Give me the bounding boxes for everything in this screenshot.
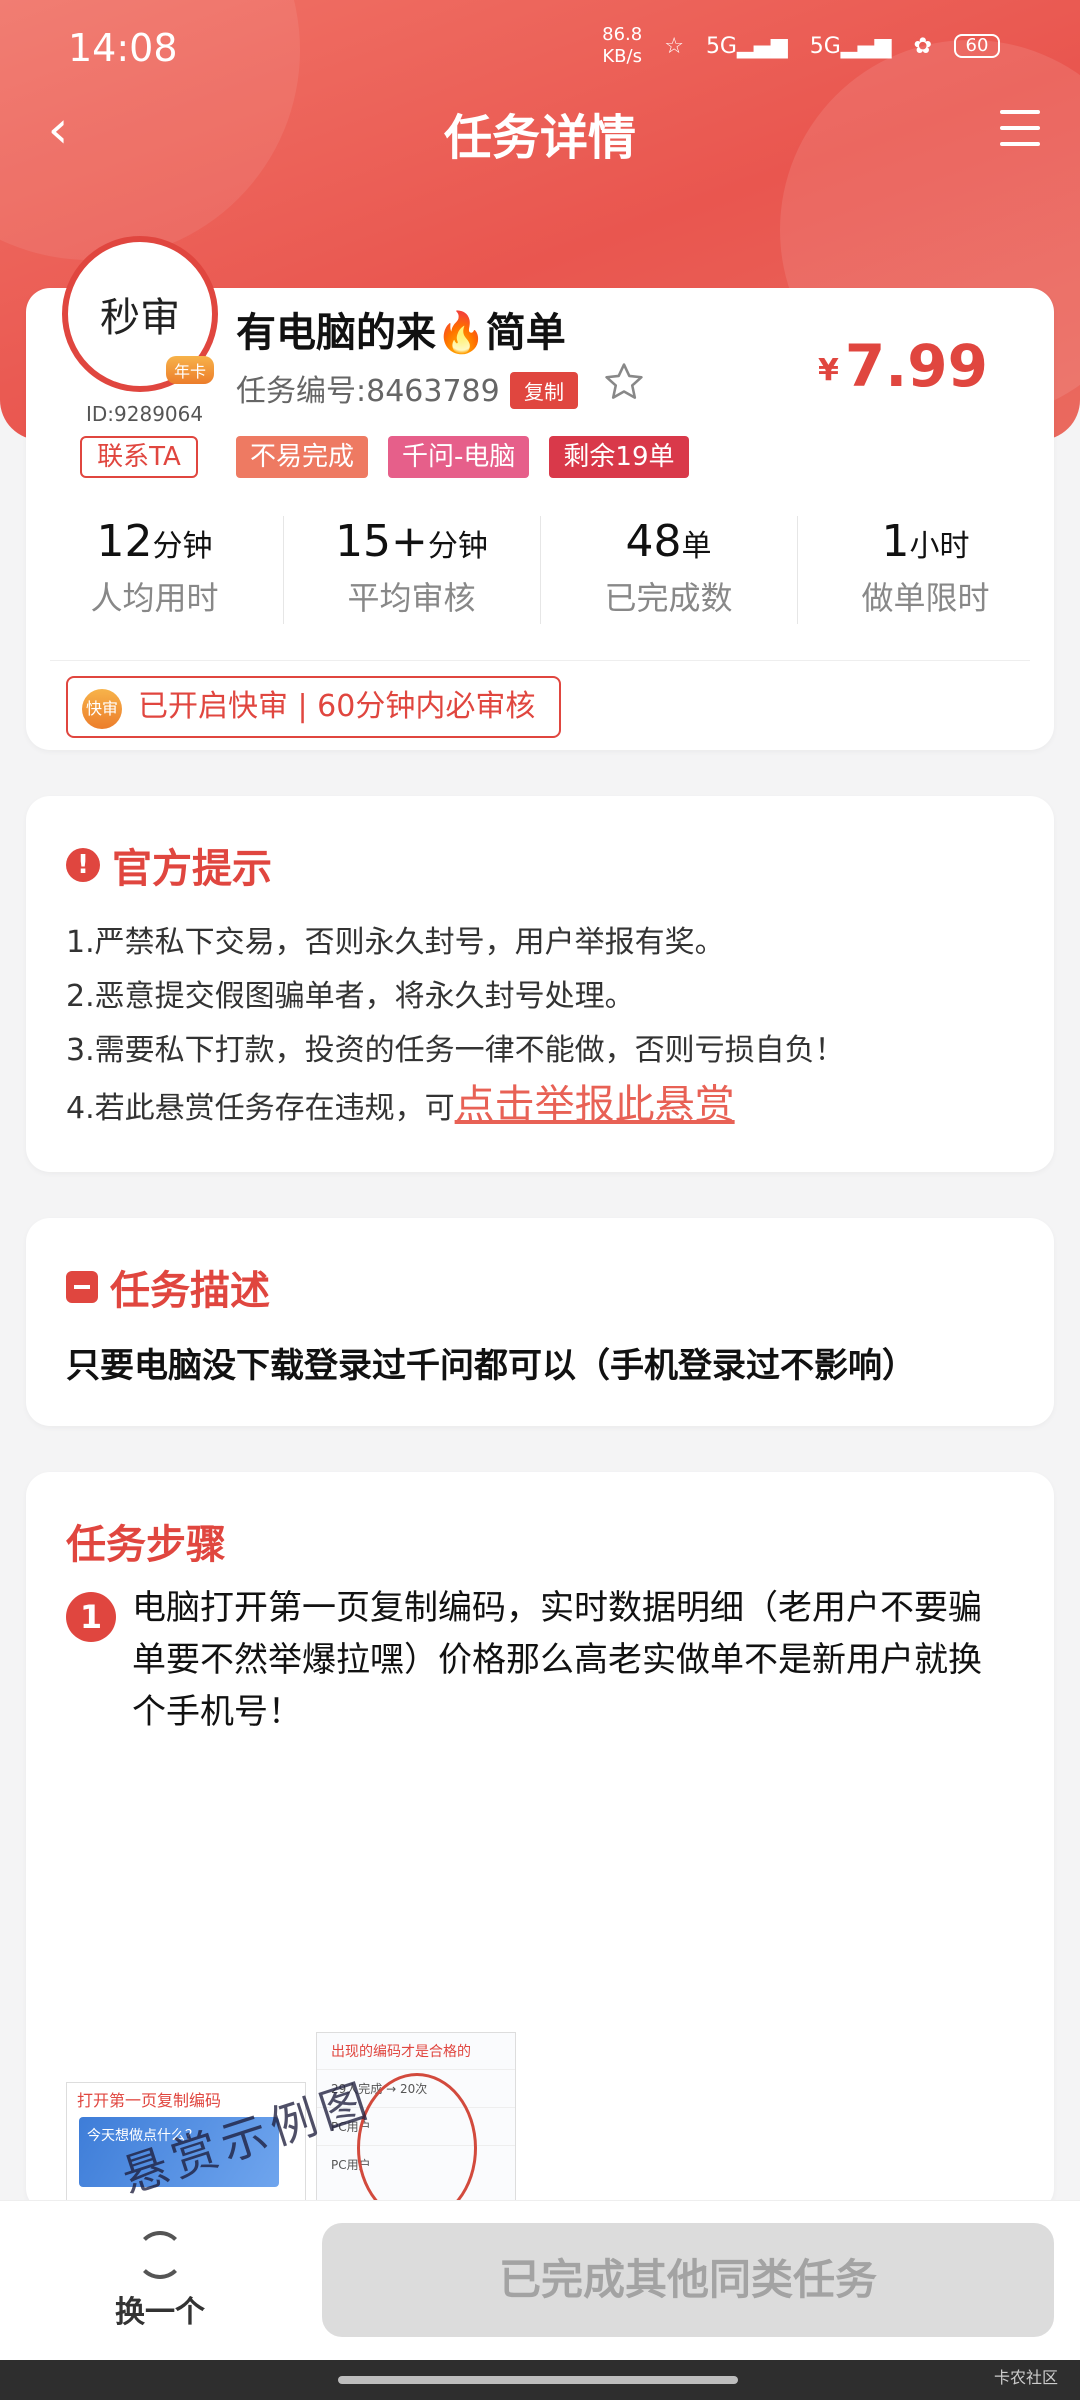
tag-platform: 千问-电脑 xyxy=(388,436,530,478)
status-time: 14:08 xyxy=(68,26,178,70)
stat-unit: 单 xyxy=(681,529,712,564)
task-description-card: 任务描述 只要电脑没下载登录过千问都可以（手机登录过不影响） xyxy=(26,1218,1054,1426)
description-header: 任务描述 xyxy=(66,1258,270,1316)
step-example-image[interactable]: 打开第一页复制编码 今天想做点什么？ 出现的编码才是合格的 29人完成 → 20… xyxy=(66,2032,516,2212)
tag-remaining: 剩余19单 xyxy=(549,436,689,478)
star-status-icon: ☆ xyxy=(664,33,684,59)
watermark-text: 卡农社区 xyxy=(993,2368,1058,2387)
stat-value: 15+ xyxy=(335,516,428,567)
copy-button[interactable]: 复制 xyxy=(510,372,578,409)
warning-icon: ! xyxy=(66,848,100,882)
step-number: 1 xyxy=(66,1592,116,1642)
completed-similar-task-button[interactable]: 已完成其他同类任务 xyxy=(322,2223,1054,2337)
task-stats: 12分钟 人均用时 15+分钟 平均审核 48单 已完成数 1小时 做单限时 xyxy=(26,516,1054,626)
stat-unit: 分钟 xyxy=(152,529,213,564)
refresh-icon xyxy=(136,2231,184,2279)
task-number: 任务编号:8463789 xyxy=(236,374,500,409)
example-right-header: 出现的编码才是合格的 xyxy=(331,2044,471,2060)
task-tags: 不易完成 千问-电脑 剩余19单 xyxy=(236,436,689,478)
signal-icon: 5G▂▄▆ xyxy=(809,33,892,59)
notice-item: 1.严禁私下交易，否则永久封号，用户举报有奖。 xyxy=(66,925,725,960)
stat-label: 做单限时 xyxy=(861,579,990,617)
step-text: 电脑打开第一页复制编码，实时数据明细（老用户不要骗单要不然举爆拉嘿）价格那么高老… xyxy=(132,1588,982,1732)
description-title: 任务描述 xyxy=(110,1268,270,1314)
bottom-action-bar: 换一个 已完成其他同类任务 xyxy=(0,2200,1080,2360)
stat-value: 1 xyxy=(881,516,910,567)
swap-button[interactable]: 换一个 xyxy=(100,2231,220,2331)
divider xyxy=(50,660,1030,661)
menu-icon[interactable] xyxy=(1000,110,1044,150)
stat-completed: 48单 已完成数 xyxy=(540,516,797,626)
task-card: 秒审 年卡 ID:9289064 联系TA 有电脑的来🔥简单 任务编号:8463… xyxy=(26,236,1054,750)
notice-title: 官方提示 xyxy=(112,846,272,892)
page-title: 任务详情 xyxy=(443,110,636,166)
steps-title: 任务步骤 xyxy=(66,1522,226,1568)
signal-label: 5G xyxy=(705,33,737,59)
notice-item-text: 4.若此悬赏任务存在违规，可 xyxy=(66,1091,455,1126)
favorite-star-icon[interactable] xyxy=(602,360,646,404)
notice-item: 3.需要私下打款，投资的任务一律不能做，否则亏损自负！ xyxy=(66,1033,845,1068)
stat-label: 已完成数 xyxy=(604,579,733,617)
description-icon xyxy=(66,1271,98,1303)
signal-label: 5G xyxy=(809,33,841,59)
currency-symbol: ¥ xyxy=(818,353,839,388)
fast-review-icon: 快审 xyxy=(82,689,122,729)
tag-difficulty: 不易完成 xyxy=(236,436,369,478)
notice-list: 1.严禁私下交易，否则永久封号，用户举报有奖。 2.恶意提交假图骗单者，将永久封… xyxy=(66,916,1014,1132)
status-icons: 86.8 KB/s ☆ 5G▂▄▆ 5G▂▄▆ ✿ 60 xyxy=(602,24,1000,68)
notice-item: 2.恶意提交假图骗单者，将永久封号处理。 xyxy=(66,979,635,1014)
official-notice-card: ! 官方提示 1.严禁私下交易，否则永久封号，用户举报有奖。 2.恶意提交假图骗… xyxy=(26,796,1054,1172)
stat-label: 平均审核 xyxy=(347,579,476,617)
stat-unit: 小时 xyxy=(909,529,970,564)
swap-label: 换一个 xyxy=(115,2295,205,2330)
report-link[interactable]: 点击举报此悬赏 xyxy=(455,1082,735,1128)
status-bar: 14:08 86.8 KB/s ☆ 5G▂▄▆ 5G▂▄▆ ✿ 60 xyxy=(0,0,1080,100)
fast-review-text: 已开启快审 | 60分钟内必审核 xyxy=(138,689,536,724)
price-value: 7.99 xyxy=(844,332,988,400)
fast-review-badge: 快审 已开启快审 | 60分钟内必审核 xyxy=(66,676,562,738)
network-speed-value: 86.8 xyxy=(602,24,643,45)
stat-label: 人均用时 xyxy=(90,579,219,617)
description-text: 只要电脑没下载登录过千问都可以（手机登录过不影响） xyxy=(66,1346,916,1386)
task-title: 有电脑的来🔥简单 xyxy=(236,310,566,356)
stat-value: 48 xyxy=(625,516,682,567)
stat-value: 12 xyxy=(96,516,153,567)
stat-avg-time: 12分钟 人均用时 xyxy=(26,516,283,626)
stat-avg-review: 15+分钟 平均审核 xyxy=(283,516,540,626)
notice-header: ! 官方提示 xyxy=(66,836,272,894)
highlight-circle xyxy=(357,2073,477,2212)
home-indicator[interactable] xyxy=(338,2376,738,2384)
user-id: ID:9289064 xyxy=(86,402,204,426)
signal-icon: 5G▂▄▆ xyxy=(705,33,788,59)
network-speed-unit: KB/s xyxy=(602,46,642,67)
stat-time-limit: 1小时 做单限时 xyxy=(797,516,1054,626)
network-speed: 86.8 KB/s xyxy=(602,24,642,68)
task-steps-card: 任务步骤 1 电脑打开第一页复制编码，实时数据明细（老用户不要骗单要不然举爆拉嘿… xyxy=(26,1472,1054,2212)
reward-price: ¥7.99 xyxy=(818,332,988,400)
system-navigation-bar: 卡农社区 xyxy=(0,2360,1080,2400)
contact-button[interactable]: 联系TA xyxy=(80,436,198,478)
avatar-text: 秒审 xyxy=(100,295,180,341)
battery-icon: 60 xyxy=(954,34,1000,58)
wifi-icon: ✿ xyxy=(913,33,932,59)
vip-badge: 年卡 xyxy=(166,356,215,384)
notice-item: 4.若此悬赏任务存在违规，可点击举报此悬赏 xyxy=(66,1078,1014,1132)
stat-unit: 分钟 xyxy=(427,529,488,564)
